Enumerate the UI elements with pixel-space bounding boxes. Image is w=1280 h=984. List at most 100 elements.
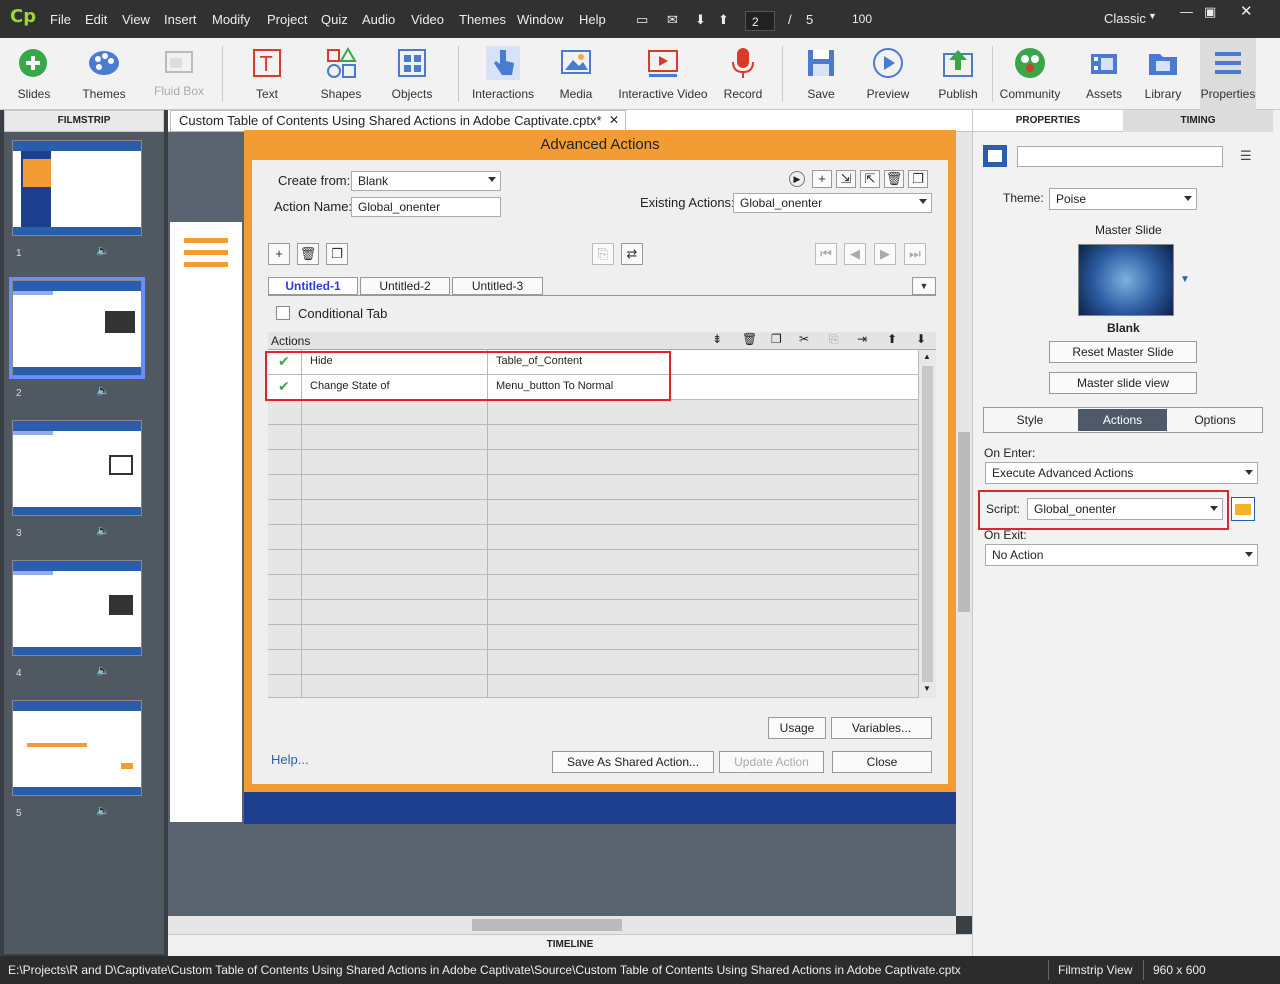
empty-row[interactable] xyxy=(268,625,918,650)
zoom-level[interactable]: 100 xyxy=(852,12,872,26)
existing-actions-select[interactable]: Global_onenter xyxy=(733,193,932,213)
arrow-up-icon[interactable]: ⬆ xyxy=(718,12,729,28)
slide-thumbnail-5[interactable] xyxy=(12,700,142,796)
tab-untitled-3[interactable]: Untitled-3 xyxy=(452,277,543,295)
empty-row[interactable] xyxy=(268,425,918,450)
delete-icon[interactable]: 🗑 xyxy=(884,170,904,188)
add-action-icon[interactable]: + xyxy=(812,170,832,188)
master-slide-thumbnail[interactable] xyxy=(1078,244,1174,316)
conditional-tab-checkbox[interactable] xyxy=(276,306,290,320)
indent-icon[interactable]: ⇥ xyxy=(857,332,867,346)
text-button[interactable]: T Text xyxy=(240,38,294,110)
workspace-select[interactable]: Classic xyxy=(1104,11,1146,26)
slide-thumbnail-2[interactable] xyxy=(9,277,145,379)
mail-icon[interactable]: ✉ xyxy=(667,12,678,28)
audio-icon[interactable]: 🔈 xyxy=(96,804,110,817)
move-icon[interactable]: ⇄ xyxy=(621,243,643,265)
master-slide-view-button[interactable]: Master slide view xyxy=(1049,372,1197,394)
slide-thumbnail-4[interactable] xyxy=(12,560,142,656)
paste-icon[interactable]: ⎘ xyxy=(592,243,614,265)
play-icon[interactable]: ▶ xyxy=(789,171,805,187)
menu-file[interactable]: File xyxy=(50,12,71,27)
update-action-button[interactable]: Update Action xyxy=(719,751,824,773)
slide-canvas[interactable] xyxy=(170,222,242,822)
scroll-thumb[interactable] xyxy=(922,366,933,682)
next-icon[interactable]: ▶ xyxy=(874,243,896,265)
empty-row[interactable] xyxy=(268,550,918,575)
interactive-video-button[interactable]: Interactive Video xyxy=(616,38,710,110)
audio-icon[interactable]: 🔈 xyxy=(96,664,110,677)
comment-icon[interactable]: ▭ xyxy=(636,12,648,28)
menu-view[interactable]: View xyxy=(122,12,150,27)
master-dropdown-icon[interactable]: ▼ xyxy=(1180,274,1190,285)
media-button[interactable]: Media xyxy=(548,38,604,110)
arrow-down-icon[interactable]: ⬇ xyxy=(695,12,706,28)
folder-icon[interactable] xyxy=(1231,497,1255,521)
empty-row[interactable] xyxy=(268,575,918,600)
menu-modify[interactable]: Modify xyxy=(212,12,250,27)
workspace-chevron-icon[interactable]: ▼ xyxy=(1148,11,1157,21)
action-name-input[interactable]: Global_onenter xyxy=(351,197,501,217)
copy-row-icon[interactable]: ❐ xyxy=(326,243,348,265)
shapes-button[interactable]: Shapes xyxy=(312,38,370,110)
copy-icon[interactable]: ❐ xyxy=(771,332,782,346)
scroll-thumb[interactable] xyxy=(958,432,970,612)
properties-button[interactable]: Properties xyxy=(1200,38,1256,110)
panel-menu-icon[interactable]: ☰ xyxy=(1240,148,1252,164)
menu-audio[interactable]: Audio xyxy=(362,12,395,27)
scroll-up-icon[interactable]: ▲ xyxy=(923,352,931,361)
tab-untitled-2[interactable]: Untitled-2 xyxy=(360,277,450,295)
create-from-select[interactable]: Blank xyxy=(351,171,501,191)
document-tab[interactable]: Custom Table of Contents Using Shared Ac… xyxy=(170,110,626,132)
interactions-button[interactable]: Interactions xyxy=(466,38,540,110)
style-swatch-icon[interactable] xyxy=(983,145,1007,167)
assets-button[interactable]: Assets xyxy=(1080,38,1128,110)
empty-row[interactable] xyxy=(268,475,918,500)
scroll-thumb[interactable] xyxy=(472,919,622,931)
menu-project[interactable]: Project xyxy=(267,12,307,27)
first-icon[interactable]: ⏮ xyxy=(815,243,837,265)
slide-thumbnail-3[interactable] xyxy=(12,420,142,516)
close-button[interactable]: Close xyxy=(832,751,932,773)
delete-row-icon[interactable]: 🗑 xyxy=(297,243,319,265)
variables-button[interactable]: Variables... xyxy=(831,717,932,739)
move-up-icon[interactable]: ⬆ xyxy=(887,332,897,346)
empty-row[interactable] xyxy=(268,650,918,675)
preview-button[interactable]: Preview xyxy=(862,38,914,110)
maximize-icon[interactable]: ▣ xyxy=(1204,4,1216,20)
tab-dropdown-icon[interactable]: ▼ xyxy=(912,277,936,295)
page-current-input[interactable]: 2 xyxy=(745,11,775,31)
tab-timing[interactable]: TIMING xyxy=(1123,110,1273,132)
export-icon[interactable]: ⇱ xyxy=(860,170,880,188)
community-button[interactable]: Community xyxy=(998,38,1062,110)
scroll-down-icon[interactable]: ▼ xyxy=(923,684,931,693)
audio-icon[interactable]: 🔈 xyxy=(96,524,110,537)
menu-insert[interactable]: Insert xyxy=(164,12,197,27)
tab-properties[interactable]: PROPERTIES xyxy=(973,110,1123,132)
move-down-icon[interactable]: ⬇ xyxy=(916,332,926,346)
save-button[interactable]: Save xyxy=(798,38,844,110)
add-row-icon[interactable]: + xyxy=(268,243,290,265)
themes-button[interactable]: Themes xyxy=(72,38,136,110)
audio-icon[interactable]: 🔈 xyxy=(96,384,110,397)
objects-button[interactable]: Objects xyxy=(384,38,440,110)
empty-row[interactable] xyxy=(268,525,918,550)
empty-row[interactable] xyxy=(268,500,918,525)
previous-icon[interactable]: ◀ xyxy=(844,243,866,265)
theme-select[interactable]: Poise xyxy=(1049,188,1197,210)
save-shared-action-button[interactable]: Save As Shared Action... xyxy=(552,751,714,773)
reset-master-slide-button[interactable]: Reset Master Slide xyxy=(1049,341,1197,363)
minimize-icon[interactable]: — xyxy=(1180,4,1193,19)
menu-video[interactable]: Video xyxy=(411,12,444,27)
close-tab-icon[interactable]: ✕ xyxy=(609,113,619,127)
object-name-input[interactable] xyxy=(1017,146,1223,167)
paste-icon[interactable]: ⎘ xyxy=(829,332,839,347)
menu-themes[interactable]: Themes xyxy=(459,12,506,27)
empty-row[interactable] xyxy=(268,450,918,475)
stage-vertical-scrollbar[interactable] xyxy=(956,132,972,916)
publish-button[interactable]: Publish xyxy=(932,38,984,110)
segment-actions[interactable]: Actions xyxy=(1078,409,1167,431)
tab-untitled-1[interactable]: Untitled-1 xyxy=(268,277,358,295)
menu-help[interactable]: Help xyxy=(579,12,606,27)
timeline-header[interactable]: TIMELINE xyxy=(168,934,972,956)
